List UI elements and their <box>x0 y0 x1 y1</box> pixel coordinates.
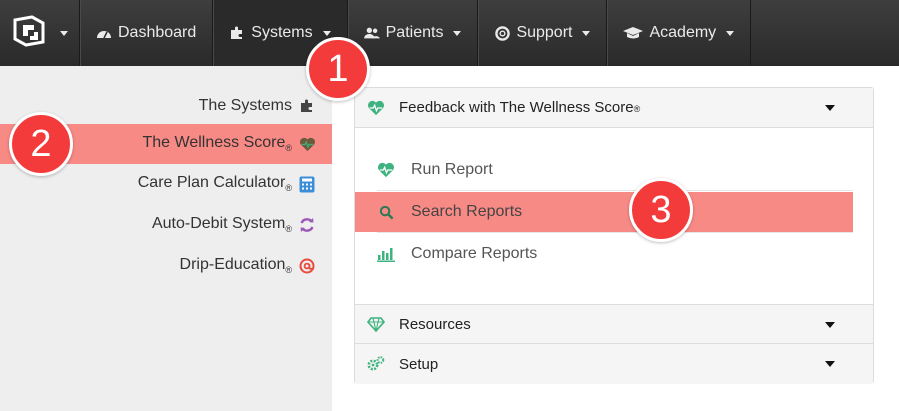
sidebar-item-label: The Wellness Score® <box>142 134 292 154</box>
menu-item-label: Search Reports <box>411 203 523 220</box>
chevron-down-icon <box>322 30 331 36</box>
menu-item-label: Run Report <box>411 161 493 178</box>
systems-panel: Feedback with The Wellness Score® Run Re… <box>354 87 874 384</box>
cogs-icon <box>367 355 385 373</box>
logo-menu-button[interactable] <box>0 0 80 66</box>
chevron-down-icon <box>825 322 835 328</box>
nav-patients-label: Patients <box>385 24 444 41</box>
sidebar-item-label: The Systems <box>198 97 292 114</box>
nav-dashboard[interactable]: Dashboard <box>80 0 214 66</box>
sidebar-item-drip-education[interactable]: Drip-Education® <box>0 246 332 286</box>
users-icon <box>363 25 380 41</box>
chevron-down-icon <box>582 30 591 36</box>
chevron-down-icon <box>825 105 835 111</box>
brand-logo-icon <box>12 14 46 53</box>
nav-dashboard-label: Dashboard <box>118 24 197 41</box>
chevron-down-icon <box>453 30 462 36</box>
menu-item-search-reports[interactable]: Search Reports <box>355 192 853 232</box>
accordion-setup[interactable]: Setup <box>355 344 873 384</box>
nav-academy[interactable]: Academy <box>607 0 752 66</box>
nav-support-label: Support <box>516 24 573 41</box>
at-sign-icon <box>298 257 316 275</box>
accordion-resources[interactable]: Resources <box>355 304 873 344</box>
chevron-down-icon <box>726 30 735 36</box>
top-navbar: Dashboard Systems Patients Support Acade… <box>0 0 899 66</box>
refresh-icon <box>298 216 316 234</box>
graduation-cap-icon <box>623 25 644 41</box>
accordion-feedback-wellness-score[interactable]: Feedback with The Wellness Score® <box>355 88 873 128</box>
nav-support[interactable]: Support <box>478 0 608 66</box>
menu-item-label: Compare Reports <box>411 245 538 262</box>
callout-badge-1: 1 <box>306 37 370 101</box>
sidebar-item-label: Care Plan Calculator® <box>137 174 292 194</box>
heart-icon <box>298 135 316 153</box>
diamond-icon <box>367 315 385 333</box>
sidebar-item-label: Drip-Education® <box>179 256 292 276</box>
accordion-title: Feedback with The Wellness Score® <box>399 99 641 116</box>
callout-badge-3: 3 <box>629 178 693 242</box>
calculator-icon <box>298 175 316 193</box>
chevron-down-icon <box>825 361 835 367</box>
heartbeat-icon <box>377 161 395 179</box>
menu-item-compare-reports[interactable]: Compare Reports <box>355 234 853 274</box>
puzzle-icon <box>298 97 316 115</box>
search-icon <box>377 203 395 221</box>
puzzle-icon <box>229 25 245 41</box>
chevron-down-icon <box>59 30 68 36</box>
heartbeat-icon <box>367 99 385 117</box>
sidebar-item-label: Auto-Debit System® <box>151 215 292 235</box>
app-root: Dashboard Systems Patients Support Acade… <box>0 0 899 411</box>
nav-academy-label: Academy <box>649 24 717 41</box>
divider <box>377 232 853 233</box>
nav-systems-label: Systems <box>251 24 313 41</box>
dashboard-gauge-icon <box>96 25 112 41</box>
bar-chart-icon <box>377 245 395 263</box>
lifebuoy-icon <box>494 25 510 41</box>
accordion-title: Resources <box>399 315 471 333</box>
callout-badge-2: 2 <box>9 112 73 176</box>
sidebar-item-auto-debit-system[interactable]: Auto-Debit System® <box>0 205 332 245</box>
menu-item-run-report[interactable]: Run Report <box>355 150 853 190</box>
accordion-title: Setup <box>399 355 439 373</box>
divider <box>377 190 853 191</box>
